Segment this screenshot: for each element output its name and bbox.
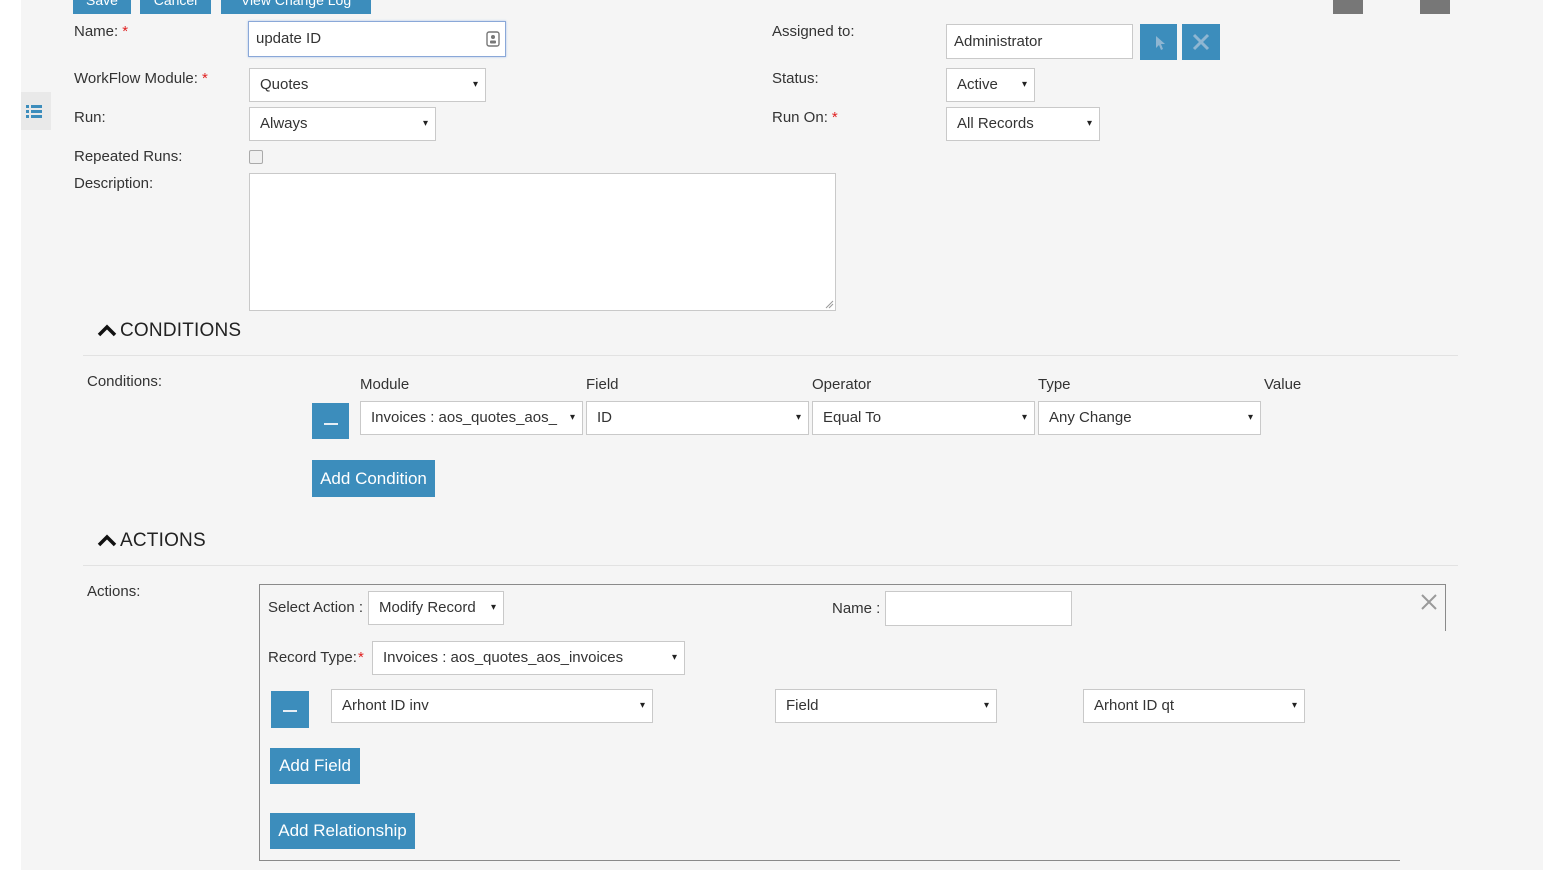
conditions-label: Conditions: xyxy=(87,373,163,390)
action-name-label: Name : xyxy=(832,600,881,617)
assigned-to-label: Assigned to: xyxy=(772,23,855,40)
run-select[interactable]: Always ▾ xyxy=(249,107,436,141)
minus-icon xyxy=(324,423,338,425)
condition-module-select[interactable]: Invoices : aos_quotes_aos_ ▾ xyxy=(360,401,583,435)
remove-field-button[interactable] xyxy=(271,691,309,728)
next-record-button[interactable] xyxy=(1420,0,1450,14)
field-source-select[interactable]: Arhont ID qt ▾ xyxy=(1083,689,1305,723)
nav-toggle[interactable] xyxy=(21,92,51,130)
contact-card-icon xyxy=(486,31,500,47)
actions-label: Actions: xyxy=(87,583,141,600)
resize-handle-icon xyxy=(825,300,834,309)
dropdown-arrow-icon: ▾ xyxy=(795,412,801,423)
description-label: Description: xyxy=(74,175,154,192)
dropdown-arrow-icon: ▾ xyxy=(983,700,989,711)
close-icon xyxy=(1421,594,1437,610)
dropdown-arrow-icon: ▾ xyxy=(422,118,428,129)
repeated-runs-checkbox[interactable] xyxy=(249,150,263,164)
view-change-log-button[interactable]: View Change Log xyxy=(221,0,371,14)
select-user-button[interactable] xyxy=(1140,24,1177,60)
record-type-select[interactable]: Invoices : aos_quotes_aos_invoices ▾ xyxy=(372,641,685,675)
dropdown-arrow-icon: ▾ xyxy=(1291,700,1297,711)
previous-record-button[interactable] xyxy=(1333,0,1363,14)
actions-divider xyxy=(83,565,1458,566)
add-condition-button[interactable]: Add Condition xyxy=(312,460,435,497)
minus-icon xyxy=(283,710,297,712)
select-action-select[interactable]: Modify Record ▾ xyxy=(368,591,504,625)
field-kind-select[interactable]: Field ▾ xyxy=(775,689,997,723)
cursor-arrow-icon xyxy=(1156,36,1165,50)
status-label: Status: xyxy=(772,70,819,87)
name-input[interactable]: update ID xyxy=(248,21,506,57)
close-icon xyxy=(1192,33,1210,51)
dropdown-arrow-icon: ▾ xyxy=(639,700,645,711)
dropdown-arrow-icon: ▾ xyxy=(472,79,478,90)
dropdown-arrow-icon: ▾ xyxy=(1021,79,1027,90)
col-header-value: Value xyxy=(1264,376,1302,393)
workflow-module-label: WorkFlow Module: * xyxy=(74,70,208,87)
list-icon xyxy=(26,105,42,118)
col-header-operator: Operator xyxy=(812,376,872,393)
action-name-input[interactable] xyxy=(885,591,1072,626)
dropdown-arrow-icon: ▾ xyxy=(490,602,496,613)
add-field-button[interactable]: Add Field xyxy=(270,748,360,784)
dropdown-arrow-icon: ▾ xyxy=(1021,412,1027,423)
conditions-divider xyxy=(83,355,1458,356)
action-panel-edge xyxy=(1445,584,1446,631)
condition-field-select[interactable]: ID ▾ xyxy=(586,401,809,435)
status-select[interactable]: Active ▾ xyxy=(946,68,1035,102)
name-label: Name: * xyxy=(74,23,129,40)
run-label: Run: xyxy=(74,109,106,126)
save-button[interactable]: Save xyxy=(73,0,131,14)
col-header-field: Field xyxy=(586,376,619,393)
description-textarea[interactable] xyxy=(249,173,836,311)
run-on-select[interactable]: All Records ▾ xyxy=(946,107,1100,141)
condition-type-select[interactable]: Any Change ▾ xyxy=(1038,401,1261,435)
cancel-button[interactable]: Cancel xyxy=(140,0,211,14)
record-type-label: Record Type:* xyxy=(268,649,364,666)
dropdown-arrow-icon: ▾ xyxy=(1086,118,1092,129)
chevron-up-icon xyxy=(97,324,117,337)
col-header-module: Module xyxy=(360,376,410,393)
field-target-select[interactable]: Arhont ID inv ▾ xyxy=(331,689,653,723)
workflow-module-select[interactable]: Quotes ▾ xyxy=(249,68,486,102)
dropdown-arrow-icon: ▾ xyxy=(671,652,677,663)
actions-section-header[interactable]: ACTIONS xyxy=(97,530,206,552)
add-relationship-button[interactable]: Add Relationship xyxy=(270,813,415,849)
chevron-up-icon xyxy=(97,534,117,547)
dropdown-arrow-icon: ▾ xyxy=(1247,412,1253,423)
clear-user-button[interactable] xyxy=(1182,24,1220,60)
action-panel-top-edge xyxy=(1400,584,1446,585)
conditions-section-header[interactable]: CONDITIONS xyxy=(97,320,241,342)
col-header-type: Type xyxy=(1038,376,1071,393)
dropdown-arrow-icon: ▾ xyxy=(569,412,575,423)
remove-action-button[interactable] xyxy=(1420,590,1438,618)
select-action-label: Select Action : xyxy=(268,599,364,616)
left-rail xyxy=(0,0,21,870)
assigned-to-input[interactable]: Administrator xyxy=(946,24,1133,59)
repeated-runs-label: Repeated Runs: xyxy=(74,148,183,165)
condition-operator-select[interactable]: Equal To ▾ xyxy=(812,401,1035,435)
remove-condition-button[interactable] xyxy=(312,403,349,439)
run-on-label: Run On: * xyxy=(772,109,838,126)
